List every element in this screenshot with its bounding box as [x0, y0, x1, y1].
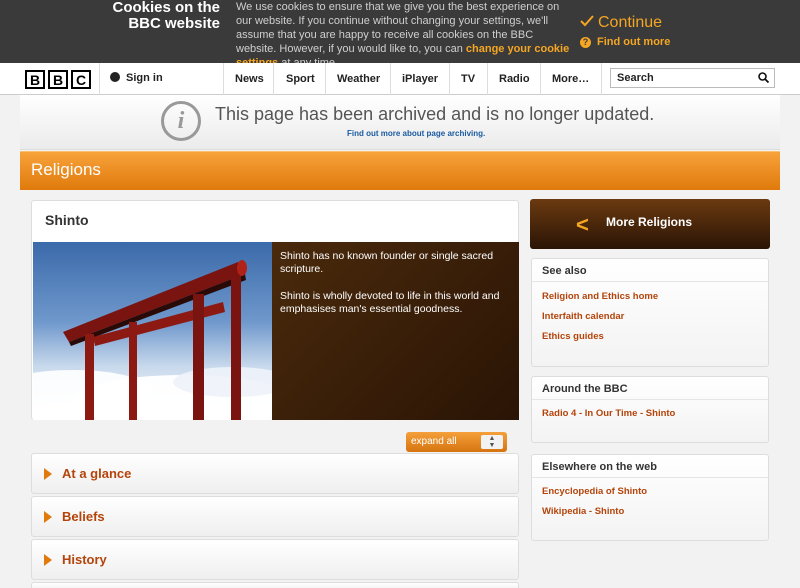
nav-divider [223, 63, 224, 95]
check-icon [580, 14, 594, 32]
nav-item-news[interactable]: News [235, 73, 264, 85]
expand-all-button[interactable]: expand all ▲ ▼ [406, 432, 507, 452]
accordion-label: History [62, 552, 107, 567]
summary-paragraph: Shinto has no known founder or single sa… [280, 250, 494, 275]
sign-in-link[interactable]: Sign in [110, 72, 163, 84]
accordion-label: Beliefs [62, 509, 105, 524]
page-title: Shinto [45, 212, 89, 228]
accordion-beliefs[interactable]: Beliefs [31, 496, 519, 537]
see-also-link[interactable]: Interfaith calendar [542, 311, 624, 322]
see-also-box: See also Religion and Ethics home Interf… [531, 258, 769, 367]
nav-divider [325, 63, 326, 95]
chevron-left-icon: < [576, 212, 589, 237]
sign-in-label: Sign in [126, 72, 163, 84]
nav-item-tv[interactable]: TV [461, 73, 475, 85]
cookie-title: Cookies on the BBC website [112, 0, 220, 32]
archive-info-link[interactable]: Find out more about page archiving. [347, 129, 485, 138]
search-icon[interactable] [758, 72, 770, 84]
elsewhere-title: Elsewhere on the web [542, 461, 657, 473]
nav-divider [601, 63, 602, 95]
see-also-link[interactable]: Ethics guides [542, 331, 604, 342]
around-bbc-link[interactable]: Radio 4 - In Our Time - Shinto [542, 408, 675, 419]
nav-item-sport[interactable]: Sport [286, 73, 315, 85]
archive-message: This page has been archived and is no lo… [215, 104, 655, 124]
summary-paragraph: Shinto is wholly devoted to life in this… [280, 290, 500, 315]
divider [532, 477, 768, 478]
cookie-text: We use cookies to ensure that we give yo… [236, 0, 576, 70]
shinto-summary: Shinto has no known founder or single sa… [272, 242, 519, 420]
more-religions-button[interactable]: < More Religions [530, 199, 770, 249]
accordion-label: At a glance [62, 466, 132, 481]
find-out-more-link[interactable]: ? Find out more [580, 36, 670, 48]
nav-divider [390, 63, 391, 95]
search-placeholder: Search [617, 72, 654, 84]
nav-item-iplayer[interactable]: iPlayer [402, 73, 438, 85]
around-bbc-box: Around the BBC Radio 4 - In Our Time - S… [531, 376, 769, 443]
see-also-title: See also [542, 265, 587, 277]
cookie-banner: Cookies on the BBC website We use cookie… [0, 0, 800, 69]
nav-item-radio[interactable]: Radio [499, 73, 530, 85]
nav-divider [449, 63, 450, 95]
bbc-logo[interactable]: B B C [25, 70, 91, 89]
elsewhere-link[interactable]: Wikipedia - Shinto [542, 506, 624, 517]
accordion-next[interactable] [31, 582, 519, 588]
logo-letter: B [25, 70, 45, 89]
section-header: Religions [20, 151, 780, 190]
triangle-right-icon [44, 554, 52, 566]
nav-item-weather[interactable]: Weather [337, 73, 380, 85]
triangle-right-icon [44, 511, 52, 523]
elsewhere-box: Elsewhere on the web Encyclopedia of Shi… [531, 454, 769, 541]
nav-item-more[interactable]: More… [552, 73, 589, 85]
torii-gate-image [33, 242, 272, 420]
shinto-intro-card: Shinto Shinto has no known founder or si… [31, 200, 519, 420]
continue-label: Continue [598, 14, 663, 31]
around-bbc-title: Around the BBC [542, 383, 628, 395]
nav-divider [540, 63, 541, 95]
accordion-history[interactable]: History [31, 539, 519, 580]
section-title[interactable]: Religions [31, 160, 101, 180]
search-input[interactable]: Search [610, 68, 775, 88]
user-icon [110, 72, 120, 82]
expand-toggle-icon: ▲ ▼ [481, 435, 503, 449]
question-icon: ? [580, 37, 591, 48]
continue-button[interactable]: Continue [580, 14, 662, 32]
info-icon: i [161, 101, 201, 141]
logo-letter: B [48, 70, 68, 89]
bbc-nav-bar: B B C Sign in News Sport Weather iPlayer… [0, 63, 800, 95]
logo-letter: C [71, 70, 91, 89]
expand-all-label: expand all [411, 436, 457, 447]
find-out-more-label: Find out more [597, 36, 671, 48]
more-religions-label: More Religions [606, 215, 693, 229]
archive-notice: i This page has been archived and is no … [20, 95, 780, 150]
divider [532, 281, 768, 282]
triangle-right-icon [44, 468, 52, 480]
elsewhere-link[interactable]: Encyclopedia of Shinto [542, 486, 647, 497]
see-also-link[interactable]: Religion and Ethics home [542, 291, 658, 302]
nav-divider [99, 63, 100, 95]
accordion-at-a-glance[interactable]: At a glance [31, 453, 519, 494]
nav-divider [487, 63, 488, 95]
nav-divider [273, 63, 274, 95]
divider [532, 399, 768, 400]
